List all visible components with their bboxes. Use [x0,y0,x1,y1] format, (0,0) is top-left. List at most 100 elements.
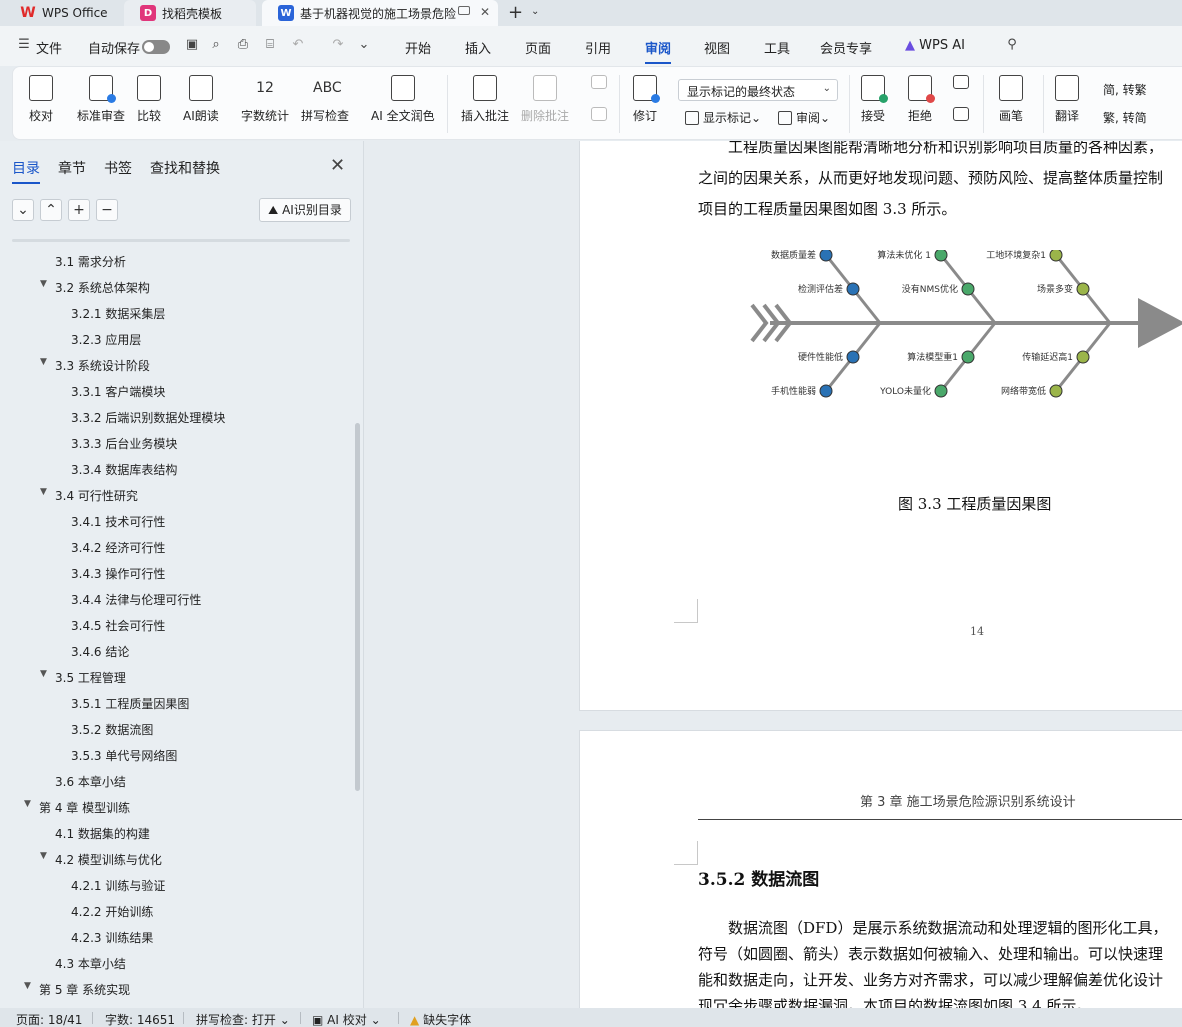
search-icon[interactable]: ⚲ [1004,37,1020,53]
menu-page[interactable]: 页面 [525,38,551,57]
next-comment-button[interactable] [591,107,607,127]
collapse-caret-icon[interactable]: ▼ [24,981,31,991]
menu-file[interactable]: 文件 [36,38,62,57]
new-tab-plus-icon[interactable]: + [508,2,523,23]
nav-tab-bookmarks[interactable]: 书签 [104,158,132,178]
delete-comment-button[interactable]: 删除批注 [521,75,569,124]
word-count-indicator[interactable]: 字数: 14651 [105,1011,175,1027]
redo-icon[interactable]: ↷ [330,37,346,53]
toc-item[interactable]: 3.3.3 后台业务模块 [71,435,177,452]
toc-item[interactable]: 3.5.2 数据流图 [71,721,153,738]
toc-item[interactable]: ▼ 第 4 章 模型训练 [24,799,130,816]
toc-item[interactable]: ▼ 3.4 可行性研究 [40,487,138,504]
show-markup-button[interactable]: 显示标记 ⌄ [685,109,761,126]
insert-comment-button[interactable]: 插入批注 [461,75,509,124]
toc-item[interactable]: ▼ 3.5 工程管理 [40,669,126,686]
toc-item[interactable]: 4.2.2 开始训练 [71,903,153,920]
toc-item[interactable]: 4.2.3 训练结果 [71,929,153,946]
review-pane-button[interactable]: 审阅 ⌄ [778,109,830,126]
document-page[interactable]: 工程质量因果图能帮清晰地分析和识别影响项目质量的各种因素， 之间的因果关系，从而… [579,141,1182,711]
collapse-chevron-up-icon[interactable]: ⌃ [40,199,62,221]
toc-item[interactable]: 3.4.4 法律与伦理可行性 [71,591,201,608]
autosave-toggle[interactable] [142,40,170,54]
share-icon[interactable]: ⌕ [208,37,224,53]
nav-tab-chapters[interactable]: 章节 [58,158,86,178]
wps-ai-button[interactable]: ▲ WPS AI [905,38,965,53]
toc-item[interactable]: 3.4.6 结论 [71,643,129,660]
remove-heading-minus-icon[interactable]: − [96,199,118,221]
to-simplified-button[interactable]: 繁, 转简 [1103,109,1147,126]
menu-start[interactable]: 开始 [405,38,431,57]
save-icon[interactable]: ▣ [184,37,200,53]
collapse-caret-icon[interactable]: ▼ [40,279,47,289]
close-tab-icon[interactable]: ✕ [480,5,490,19]
prev-comment-button[interactable] [591,75,607,95]
toc-item[interactable]: ▼ 4.2 模型训练与优化 [40,851,162,868]
to-traditional-button[interactable]: 简, 转繁 [1103,81,1147,98]
accept-button[interactable]: 接受 [861,75,888,124]
toc-item[interactable]: 3.2.1 数据采集层 [71,305,165,322]
word-count-button[interactable]: 12 字数统计 [241,75,289,124]
print-preview-icon[interactable]: ⌸ [262,37,278,53]
ai-toc-button[interactable]: ⛰ AI识别目录 [259,198,351,222]
proofread-button[interactable]: 校对 [29,75,53,124]
toc-item[interactable]: 3.6 本章小结 [55,773,126,790]
ai-check-status[interactable]: ▣ AI 校对 ⌄ [312,1011,381,1027]
menu-reference[interactable]: 引用 [585,38,611,57]
toc-item[interactable]: ▼ 3.2 系统总体架构 [40,279,150,296]
close-pane-icon[interactable]: ✕ [330,155,345,176]
menu-member[interactable]: 会员专享 [820,38,872,57]
compare-button[interactable]: 比较 [137,75,161,124]
toc-item[interactable]: 3.3.4 数据库表结构 [71,461,177,478]
chevron-down-icon[interactable]: ⌄ [531,6,539,17]
toc-item[interactable]: 3.4.2 经济可行性 [71,539,165,556]
toc-item[interactable]: 3.4.5 社会可行性 [71,617,165,634]
toc-item[interactable]: 3.3.1 客户端模块 [71,383,165,400]
undo-icon[interactable]: ↶ [290,37,306,53]
translate-button[interactable]: 翻译 [1055,75,1079,124]
toc-item[interactable]: ▼ 3.3 系统设计阶段 [40,357,150,374]
more-chevron-icon[interactable]: ⌄ [356,37,372,53]
spell-check-status[interactable]: 拼写检查: 打开 ⌄ [196,1011,290,1027]
collapse-caret-icon[interactable]: ▼ [40,851,47,861]
toc-item[interactable]: 3.1 需求分析 [55,253,126,270]
page-indicator[interactable]: 页面: 18/41 [16,1011,82,1027]
toc-item[interactable]: 4.3 本章小结 [55,955,126,972]
toc-item[interactable]: 3.2.3 应用层 [71,331,141,348]
markup-display-select[interactable]: 显示标记的最终状态 ⌄ [678,79,838,101]
fishbone-diagram[interactable]: 数据质量差检测评估差硬件性能低手机性能弱 算法未优化 1 没有NMS优化算法模型重1… [740,250,1182,420]
ai-polish-button[interactable]: AI 全文润色 [371,75,435,124]
nav-tab-find-replace[interactable]: 查找和替换 [150,158,220,178]
collapse-caret-icon[interactable]: ▼ [40,669,47,679]
collapse-caret-icon[interactable]: ▼ [40,357,47,367]
tab-docer-templates[interactable]: D 找稻壳模板 [124,0,256,26]
toc-item[interactable]: 4.1 数据集的构建 [55,825,150,842]
collapse-caret-icon[interactable]: ▼ [24,799,31,809]
toc-item[interactable]: 3.5.1 工程质量因果图 [71,695,189,712]
tab-document[interactable]: W 基于机器视觉的施工场景危险 ✕ [262,0,498,26]
ai-read-button[interactable]: AI朗读 [183,75,219,124]
tab-wps-office[interactable]: W WPS Office [4,0,120,26]
toc-scrollbar[interactable] [355,423,360,791]
toc-item[interactable]: 3.4.3 操作可行性 [71,565,165,582]
monitor-icon[interactable] [458,6,470,15]
spell-check-button[interactable]: ABC 拼写检查 [301,75,349,124]
collapse-caret-icon[interactable]: ▼ [40,487,47,497]
menu-tools[interactable]: 工具 [764,38,790,57]
toc-item[interactable]: ▼ 第 5 章 系统实现 [24,981,130,998]
missing-font-status[interactable]: ▲ 缺失字体 [410,1011,471,1027]
nav-tab-toc[interactable]: 目录 [12,158,40,184]
print-icon[interactable]: ⎙ [235,37,251,53]
toc-item[interactable]: 3.4.1 技术可行性 [71,513,165,530]
reject-button[interactable]: 拒绝 [908,75,935,124]
prev-change-button[interactable] [953,75,969,95]
expand-all-chevron-down-icon[interactable]: ⌄ [12,199,34,221]
toc-item[interactable]: 3.5.3 单代号网络图 [71,747,177,764]
add-heading-plus-icon[interactable]: + [68,199,90,221]
hamburger-menu-icon[interactable]: ☰ [16,37,32,53]
toc-item[interactable]: 3.3.2 后端识别数据处理模块 [71,409,225,426]
menu-review[interactable]: 审阅 [645,38,672,64]
standard-review-button[interactable]: 标准审查 [77,75,125,124]
toc-item[interactable]: 4.2.1 训练与验证 [71,877,165,894]
menu-view[interactable]: 视图 [704,38,730,57]
